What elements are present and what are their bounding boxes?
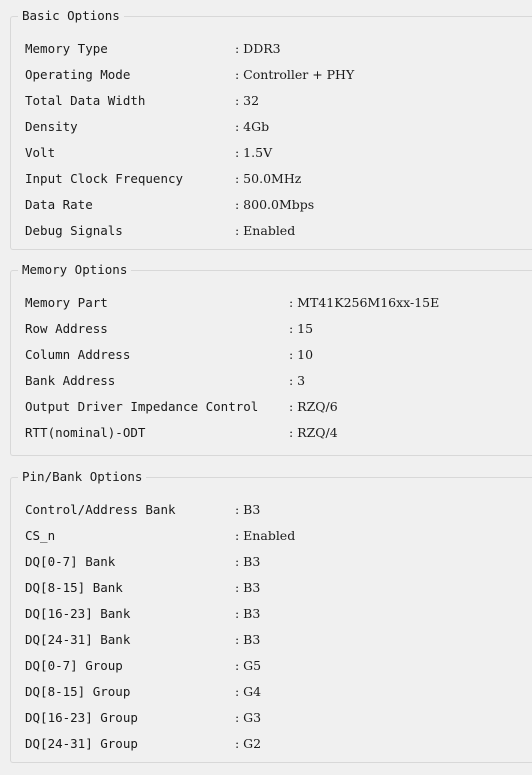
row-dq-24-31-group: DQ[24-31] Group : G2 [25,731,532,757]
row-memory-type: Memory Type : DDR3 [25,36,532,62]
row-dq-0-7-bank: DQ[0-7] Bank : B3 [25,549,532,575]
row-dq-24-31-bank: DQ[24-31] Bank : B3 [25,627,532,653]
row-debug-signals: Debug Signals : Enabled [25,218,532,244]
row-dq-0-7-group: DQ[0-7] Group : G5 [25,653,532,679]
row-volt: Volt : 1.5V [25,140,532,166]
value: : RZQ/6 [289,399,338,414]
value: : B3 [235,606,261,621]
memory-options-rows: Memory Part : MT41K256M16xx-15E Row Addre… [25,290,532,446]
value: : Controller + PHY [235,67,355,82]
value: : G2 [235,736,262,751]
value: : 32 [235,93,260,108]
value: : Enabled [235,223,296,238]
label: DQ[8-15] Bank [25,580,123,595]
row-density: Density : 4Gb [25,114,532,140]
label: DQ[16-23] Bank [25,606,131,621]
row-operating-mode: Operating Mode : Controller + PHY [25,62,532,88]
row-dq-16-23-group: DQ[16-23] Group : G3 [25,705,532,731]
label: Memory Part [25,295,108,310]
label: Density [25,119,78,134]
label: Data Rate [25,197,93,212]
label: Output Driver Impedance Control [25,399,259,414]
row-cs-n: CS_n : Enabled [25,523,532,549]
value: : RZQ/4 [289,425,338,440]
row-control-address-bank: Control/Address Bank : B3 [25,497,532,523]
row-input-clock-frequency: Input Clock Frequency : 50.0MHz [25,166,532,192]
value: : 10 [289,347,314,362]
row-memory-part: Memory Part : MT41K256M16xx-15E [25,290,532,316]
row-dq-16-23-bank: DQ[16-23] Bank : B3 [25,601,532,627]
value: : 800.0Mbps [235,197,315,212]
value: : 4Gb [235,119,270,134]
label: Volt [25,145,56,160]
label: DQ[8-15] Group [25,684,131,699]
row-rtt-nominal-odt: RTT(nominal)-ODT : RZQ/4 [25,420,532,446]
row-dq-8-15-group: DQ[8-15] Group : G4 [25,679,532,705]
row-column-address: Column Address : 10 [25,342,532,368]
label: Memory Type [25,41,108,56]
value: : 15 [289,321,314,336]
label: DQ[24-31] Group [25,736,138,751]
label: Row Address [25,321,108,336]
row-data-rate: Data Rate : 800.0Mbps [25,192,532,218]
memory-options-group: Memory Options Memory Part : MT41K256M16x… [10,262,532,456]
basic-options-rows: Memory Type : DDR3 Operating Mode : Contro… [25,36,532,244]
label: Operating Mode [25,67,131,82]
label: Total Data Width [25,93,146,108]
value: : G5 [235,658,262,673]
value: : B3 [235,632,261,647]
value: : B3 [235,502,261,517]
value: : 3 [289,373,306,388]
value: : Enabled [235,528,296,543]
label: Control/Address Bank [25,502,176,517]
value: : 50.0MHz [235,171,302,186]
label: Input Clock Frequency [25,171,184,186]
row-bank-address: Bank Address : 3 [25,368,532,394]
value: : B3 [235,580,261,595]
value: : DDR3 [235,41,281,56]
row-dq-8-15-bank: DQ[8-15] Bank : B3 [25,575,532,601]
label: DQ[0-7] Bank [25,554,116,569]
value: : MT41K256M16xx-15E [289,295,440,310]
value: : 1.5V [235,145,273,160]
label: RTT(nominal)-ODT [25,425,146,440]
label: Debug Signals [25,223,123,238]
label: CS_n [25,528,56,543]
value: : G3 [235,710,262,725]
row-total-data-width: Total Data Width : 32 [25,88,532,114]
row-output-driver-impedance: Output Driver Impedance Control : RZQ/6 [25,394,532,420]
memory-options-title: Memory Options [18,262,132,278]
value: : B3 [235,554,261,569]
label: Column Address [25,347,131,362]
pin-bank-options-group: Pin/Bank Options Control/Address Bank : B… [10,469,532,763]
value: : G4 [235,684,262,699]
row-row-address: Row Address : 15 [25,316,532,342]
label: Bank Address [25,373,116,388]
pin-bank-options-rows: Control/Address Bank : B3 CS_n : Enabled D… [25,497,532,757]
pin-bank-options-title: Pin/Bank Options [18,469,147,485]
label: DQ[0-7] Group [25,658,123,673]
label: DQ[16-23] Group [25,710,138,725]
label: DQ[24-31] Bank [25,632,131,647]
basic-options-group: Basic Options Memory Type : DDR3 Operatin… [10,8,532,250]
basic-options-title: Basic Options [18,8,124,24]
